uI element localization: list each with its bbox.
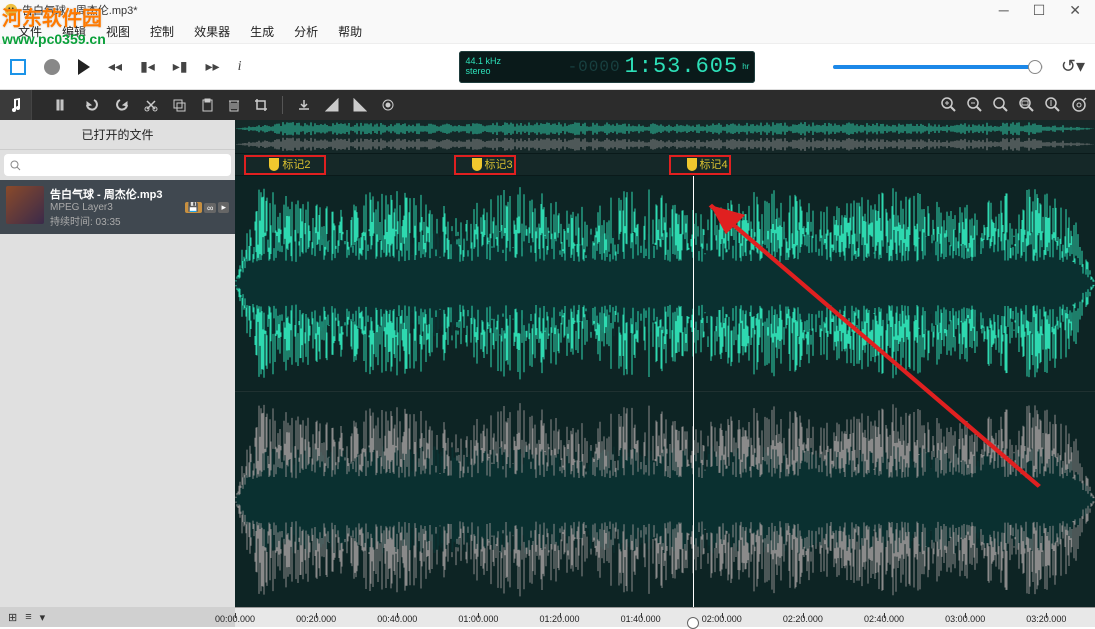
cut-icon[interactable] — [144, 98, 158, 112]
menu-file[interactable]: 文件 — [8, 19, 52, 44]
file-thumbnail — [6, 186, 44, 224]
window-controls: ─ ☐ ✕ — [999, 2, 1091, 19]
ruler-scale[interactable]: 00:00.00000:20.00000:40.00001:00.00001:2… — [235, 607, 1095, 627]
edit-toolbar — [0, 90, 1095, 120]
info-button[interactable]: i — [238, 59, 242, 75]
delete-icon[interactable] — [228, 98, 240, 112]
file-codec: MPEG Layer3 — [50, 202, 162, 213]
fast-forward-button[interactable]: ▸▸ — [206, 58, 220, 75]
zoom-out-icon[interactable] — [967, 97, 983, 113]
skip-forward-button[interactable]: ▸▮ — [173, 58, 188, 75]
search-input[interactable] — [4, 154, 231, 176]
file-duration: 持续时间: 03:35 — [50, 213, 162, 228]
time-ruler: ⊞ ≡ ▾ 00:00.00000:20.00000:40.00001:00.0… — [0, 607, 1095, 627]
transport-toolbar: ◂◂ ▮◂ ▸▮ ▸▸ i 44.1 kHz stereo -0000 1:53… — [0, 44, 1095, 90]
menu-view[interactable]: 视图 — [96, 19, 140, 44]
lcd-mode: stereo — [465, 67, 501, 77]
menu-effects[interactable]: 效果器 — [184, 19, 240, 44]
zoom-in-icon[interactable] — [941, 97, 957, 113]
fade-in-icon[interactable] — [325, 98, 339, 112]
zoom-fit-icon[interactable] — [993, 97, 1009, 113]
track-tab[interactable] — [0, 90, 32, 120]
lcd-meta: 44.1 kHz stereo — [465, 57, 501, 77]
history-button[interactable]: ↺▾ — [1061, 56, 1085, 77]
waveform-area[interactable]: 标记2 标记3 标记4 — [235, 120, 1095, 607]
import-icon[interactable] — [297, 98, 311, 112]
lcd-unit: hr — [742, 62, 749, 71]
grid-icon[interactable]: ⊞ — [8, 611, 17, 624]
marker-3[interactable]: 标记3 — [472, 156, 513, 172]
file-name: 告白气球 - 周杰伦.mp3 — [50, 186, 162, 202]
lcd-negative-time: -0000 — [568, 58, 621, 76]
lcd-positive-time: 1:53.605 — [625, 54, 739, 79]
maximize-button[interactable]: ☐ — [1033, 2, 1046, 19]
playhead-handle[interactable] — [687, 617, 699, 629]
ruler-side-controls: ⊞ ≡ ▾ — [0, 607, 235, 627]
copy-icon[interactable] — [172, 98, 186, 112]
list-icon[interactable]: ≡ — [25, 611, 31, 623]
channel-left[interactable] — [235, 176, 1095, 392]
menu-control[interactable]: 控制 — [140, 19, 184, 44]
search-icon — [10, 160, 21, 171]
marker-lane[interactable]: 标记2 标记3 标记4 — [235, 154, 1095, 176]
window-title: 告白气球 - 周杰伦.mp3* — [22, 2, 138, 18]
chevron-down-icon[interactable]: ▾ — [40, 611, 46, 624]
skip-back-button[interactable]: ▮◂ — [140, 58, 155, 75]
normalize-icon[interactable] — [381, 98, 395, 112]
playhead[interactable] — [693, 176, 694, 607]
waveform-channels[interactable] — [235, 176, 1095, 607]
marker-2[interactable]: 标记2 — [269, 156, 310, 172]
waveform-overview[interactable] — [235, 120, 1095, 154]
close-button[interactable]: ✕ — [1069, 2, 1081, 19]
minimize-button[interactable]: ─ — [999, 2, 1009, 19]
paste-icon[interactable] — [200, 98, 214, 112]
record-button[interactable] — [44, 59, 60, 75]
drag-icon[interactable] — [56, 98, 70, 112]
zoom-selection-icon[interactable] — [1019, 97, 1035, 113]
undo-icon[interactable] — [84, 97, 100, 113]
file-item[interactable]: 告白气球 - 周杰伦.mp3 MPEG Layer3 持续时间: 03:35 💾… — [0, 180, 235, 234]
settings-icon[interactable] — [1071, 97, 1087, 113]
menu-generate[interactable]: 生成 — [240, 19, 284, 44]
menu-help[interactable]: 帮助 — [328, 19, 372, 44]
time-display: 44.1 kHz stereo -0000 1:53.605 hr — [459, 51, 755, 83]
fade-out-icon[interactable] — [353, 98, 367, 112]
sidebar: 已打开的文件 告白气球 - 周杰伦.mp3 MPEG Layer3 持续时间: … — [0, 120, 235, 607]
title-bar: 告白气球 - 周杰伦.mp3* ─ ☐ ✕ — [0, 0, 1095, 20]
stop-button[interactable] — [10, 59, 26, 75]
channel-right[interactable] — [235, 392, 1095, 608]
main-area: 已打开的文件 告白气球 - 周杰伦.mp3 MPEG Layer3 持续时间: … — [0, 120, 1095, 607]
menu-bar: 文件 编辑 视图 控制 效果器 生成 分析 帮助 — [0, 20, 1095, 44]
rewind-button[interactable]: ◂◂ — [108, 58, 122, 75]
save-badge-icon[interactable]: 💾 — [185, 202, 202, 213]
play-button[interactable] — [78, 59, 90, 75]
menu-edit[interactable]: 编辑 — [52, 19, 96, 44]
crop-icon[interactable] — [254, 98, 268, 112]
link-badge-icon[interactable]: ∞ — [204, 203, 216, 213]
menu-analyze[interactable]: 分析 — [284, 19, 328, 44]
zoom-vertical-icon[interactable] — [1045, 97, 1061, 113]
redo-icon[interactable] — [114, 97, 130, 113]
app-icon — [4, 3, 18, 17]
marker-4[interactable]: 标记4 — [687, 156, 728, 172]
volume-slider[interactable] — [833, 65, 1043, 69]
more-badge-icon[interactable]: ▸ — [218, 202, 229, 213]
sidebar-header: 已打开的文件 — [0, 120, 235, 150]
